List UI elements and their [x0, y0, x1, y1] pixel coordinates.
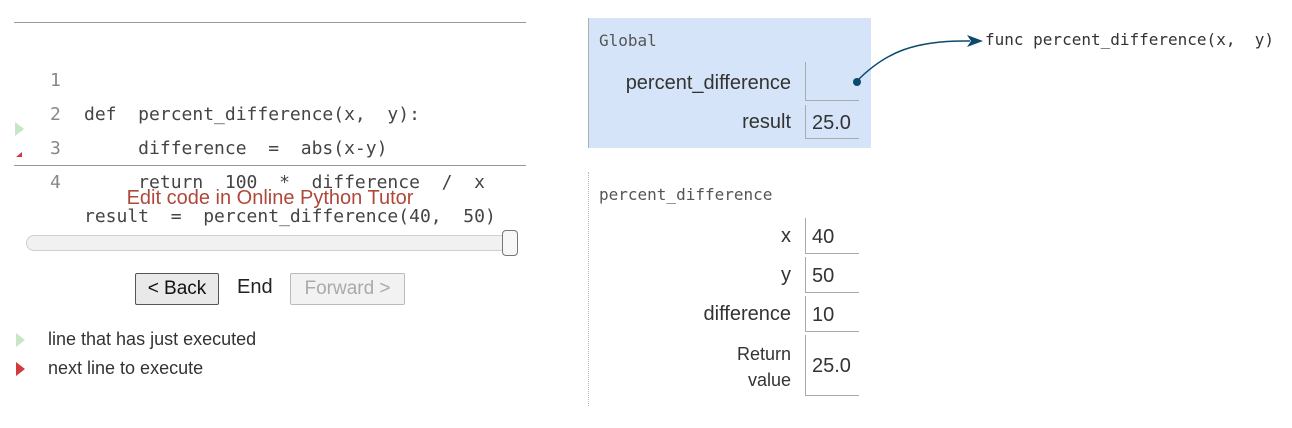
pointer-arrow-icon: [855, 35, 983, 83]
